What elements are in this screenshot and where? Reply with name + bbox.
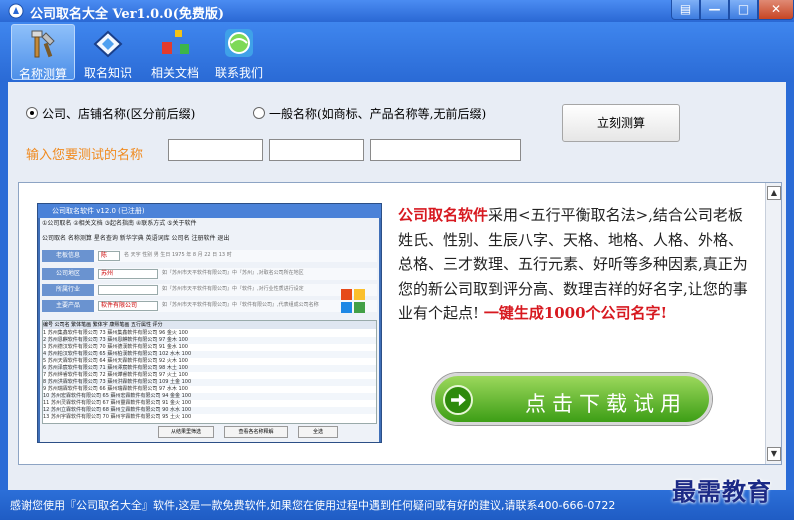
promo-explain-button: 查看各名称释解 <box>224 426 288 438</box>
download-trial-label: 点击下载试用 <box>525 392 687 416</box>
promo-row: 所属行业 如『苏州市天平软件有限公司』中『软件』,对行业性质进行设定 <box>42 284 377 296</box>
promo-row: 主要产品 软件有限公司 如『苏州市天平软件有限公司』中『软件有限公司』,代表组成… <box>42 300 377 312</box>
radio-label: 公司、店铺名称(区分前后缀) <box>42 107 196 121</box>
name-suffix-input[interactable] <box>370 139 521 161</box>
promo-row-tag: 主要产品 <box>42 300 94 312</box>
promo-row-note: 如『苏州市天平软件有限公司』中『软件』,对行业性质进行设定 <box>162 286 304 292</box>
arrow-right-icon <box>443 385 473 415</box>
promo-table-row: 4 苏州柏汉软件有限公司 65 蘇州柏漢軟件有限公司 102 水木 100 <box>43 351 376 358</box>
promo-row-value: 苏州 <box>98 269 158 279</box>
promo-row-note: 如『苏州市天平软件有限公司』中『软件有限公司』,代表组成公司名称 <box>162 302 319 308</box>
promo-row: 公司地区 苏州 如『苏州市天平软件有限公司』中『苏州』,对取名公司所在地区 <box>42 268 377 280</box>
scroll-up-arrow-icon[interactable]: ▲ <box>767 186 781 200</box>
promo-screenshot-title: 公司取名软件 v12.0 (已注册) <box>38 204 381 218</box>
promo-table-row: 12 苏州立霖软件有限公司 68 蘇州立霖軟件有限公司 90 水水 100 <box>43 407 376 414</box>
promo-panel: 公司取名软件 v12.0 (已注册) ①公司取名 ②相关文档 ③起名指南 ④联系… <box>18 182 782 465</box>
promo-table-row: 3 苏州德汉软件有限公司 70 蘇州德漢軟件有限公司 91 金水 100 <box>43 344 376 351</box>
toolbar-item-contact-us[interactable]: 联系我们 <box>208 24 270 80</box>
blocks-icon <box>162 30 189 54</box>
toolbar-item-naming-knowledge[interactable]: 取名知识 <box>78 24 138 80</box>
promo-tools: 公司取名 名称测算 星名查询 新华字典 英语词库 公司名 注册软件 退出 <box>42 235 230 242</box>
test-now-button[interactable]: 立刻测算 <box>562 104 680 142</box>
minimize-button[interactable]: — <box>700 0 729 20</box>
name-prefix-input[interactable] <box>168 139 263 161</box>
promo-table-row: 2 苏州恩麒软件有限公司 73 蘇州恩麒軟件有限公司 97 金木 100 <box>43 337 376 344</box>
app-window: 公司取名大全 Ver1.0.0(免费版) ▤ — □ ✕ 名称测算 取名知识 相… <box>0 0 794 520</box>
toolbar-label: 取名知识 <box>83 66 132 80</box>
promo-table-row: 8 苏州洪霖软件有限公司 73 蘇州洪霖軟件有限公司 109 土金 100 <box>43 379 376 386</box>
promo-row-tag: 公司地区 <box>42 268 94 280</box>
promo-table-row: 13 苏州宇霖软件有限公司 70 蘇州宇霖軟件有限公司 95 土火 100 <box>43 414 376 421</box>
promo-screenshot-body: ①公司取名 ②相关文档 ③起名指南 ④联系方式 ⑤关于软件 公司取名 名称测算 … <box>40 218 379 442</box>
promo-table-header: 编号 公司名 繁体笔画 繁体字 康熙笔画 五行属性 评分 <box>43 321 376 329</box>
close-button[interactable]: ✕ <box>758 0 794 20</box>
promo-row-note: 如『苏州市天平软件有限公司』中『苏州』,对取名公司所在地区 <box>162 270 304 276</box>
lightbulb-icon <box>93 30 123 58</box>
promo-row-tag: 所属行业 <box>42 284 94 296</box>
name-input-label: 输入您要测试的名称 <box>26 148 144 163</box>
download-trial-button[interactable]: 点击下载试用 <box>432 373 712 425</box>
promo-row-value: 陈 <box>98 251 120 261</box>
promo-table-row: 10 苏州宏霖软件有限公司 65 蘇州宏霖軟件有限公司 94 金金 100 <box>43 393 376 400</box>
promo-table-row: 11 苏州灵霖软件有限公司 67 蘇州靈霖軟件有限公司 91 金火 100 <box>43 400 376 407</box>
globe-icon <box>225 29 253 57</box>
toolbar-item-related-docs[interactable]: 相关文档 <box>142 24 208 80</box>
toolbar-label: 联系我们 <box>214 66 263 80</box>
window-title: 公司取名大全 Ver1.0.0(免费版) <box>30 7 225 22</box>
scroll-down-arrow-icon[interactable]: ▼ <box>767 447 781 461</box>
promo-row-value <box>98 285 158 295</box>
toolbar-item-name-measure[interactable]: 名称测算 <box>11 24 75 81</box>
promo-select-all-button: 全选 <box>298 426 338 438</box>
promo-row-note: 名 天宇 性别 男 生日 1975 年 8 月 22 日 13 时 <box>124 252 232 258</box>
radio-indicator[interactable] <box>253 107 265 119</box>
toolbar-label: 相关文档 <box>150 66 199 80</box>
promo-result-table: 编号 公司名 繁体笔画 繁体字 康熙笔画 五行属性 评分 1 苏州集鑫软件有限公… <box>42 320 377 424</box>
promo-menu: ①公司取名 ②相关文档 ③起名指南 ④联系方式 ⑤关于软件 <box>42 220 197 227</box>
promo-screenshot[interactable]: 公司取名软件 v12.0 (已注册) ①公司取名 ②相关文档 ③起名指南 ④联系… <box>37 203 382 443</box>
maximize-button[interactable]: □ <box>729 0 758 20</box>
toolbar-label: 名称测算 <box>18 67 67 81</box>
window-menu-button[interactable]: ▤ <box>671 0 700 20</box>
watermark: 最需教育 <box>672 477 772 506</box>
promo-row-value: 软件有限公司 <box>98 301 158 311</box>
promo-cta: 一键生成1000个公司名字! <box>483 304 668 322</box>
promo-logo-icon <box>341 289 365 313</box>
status-text: 感谢您使用『公司取名大全』软件,这是一款免费软件,如果您在使用过程中遇到任何疑问… <box>10 499 616 512</box>
title-bar[interactable]: 公司取名大全 Ver1.0.0(免费版) ▤ — □ ✕ <box>0 0 794 22</box>
promo-table-row: 9 苏州瑞霖软件有限公司 66 蘇州瑞霖軟件有限公司 97 水木 100 <box>43 386 376 393</box>
app-logo-icon <box>8 3 24 19</box>
main-panel: 公司、店铺名称(区分前后缀) 一般名称(如商标、产品名称等,无前后缀) 立刻测算… <box>8 82 786 490</box>
promo-table-row: 7 苏州烨睿软件有限公司 72 蘇州燁睿軟件有限公司 97 火土 100 <box>43 372 376 379</box>
promo-table-row: 6 苏州泽宸软件有限公司 71 蘇州澤宸軟件有限公司 98 木土 100 <box>43 365 376 372</box>
radio-label: 一般名称(如商标、产品名称等,无前后缀) <box>269 107 487 121</box>
promo-row: 老板信息 陈 名 天宇 性别 男 生日 1975 年 8 月 22 日 13 时 <box>42 250 377 262</box>
promo-row-tag: 老板信息 <box>42 250 94 262</box>
promo-table-row: 1 苏州集鑫软件有限公司 73 蘇州集鑫軟件有限公司 96 金火 100 <box>43 330 376 337</box>
radio-selected-indicator[interactable] <box>26 107 38 119</box>
promo-filter-button: 从结果里筛选 <box>158 426 214 438</box>
promo-table-row: 5 苏州天霖软件有限公司 64 蘇州天霖軟件有限公司 92 火木 100 <box>43 358 376 365</box>
promo-description: 公司取名软件采用<五行平衡取名法>,结合公司老板姓氏、性别、生辰八字、天格、地格… <box>398 203 748 326</box>
promo-scrollbar[interactable]: ▲ ▼ <box>765 183 781 464</box>
tools-icon <box>31 30 55 58</box>
name-core-input[interactable] <box>269 139 364 161</box>
toolbar: 名称测算 取名知识 相关文档 联系我们 <box>0 22 794 82</box>
promo-brand: 公司取名软件 <box>398 206 489 224</box>
